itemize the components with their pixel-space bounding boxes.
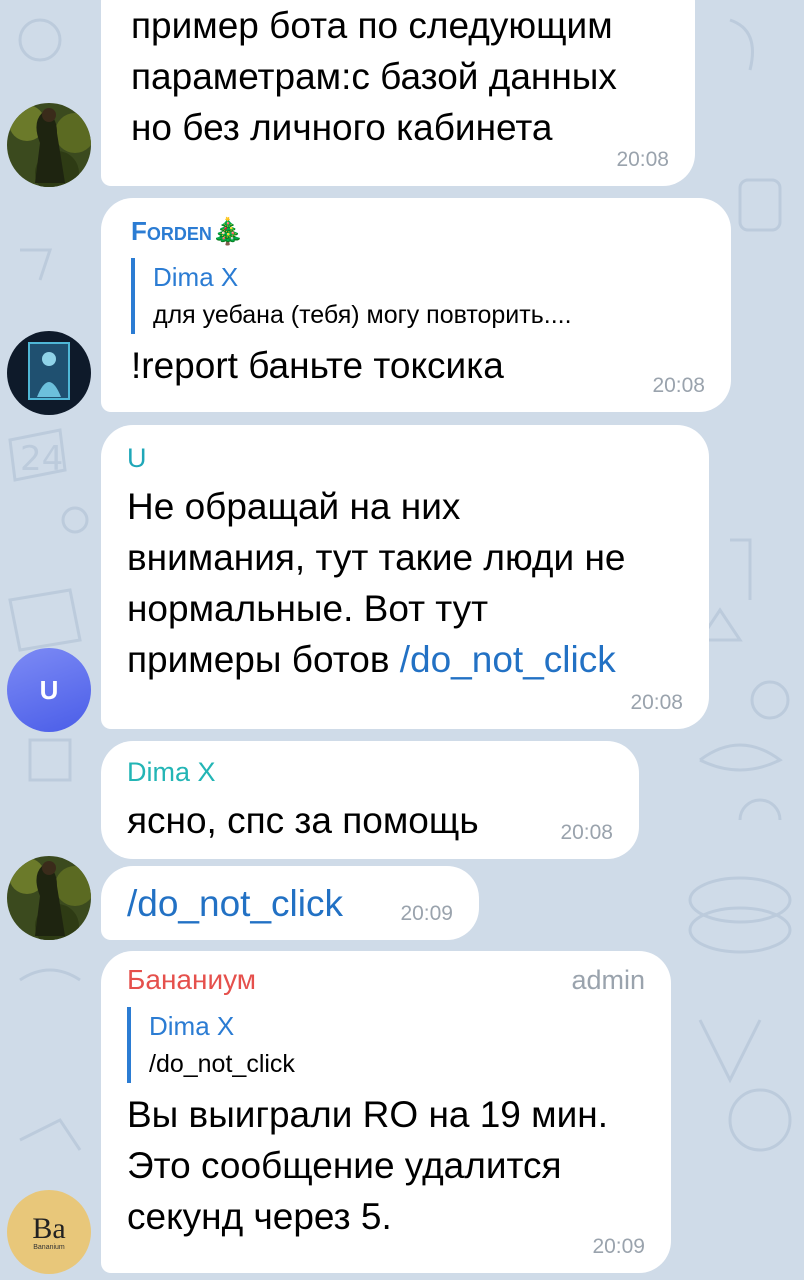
message-bubble[interactable]: Forden🎄 Dima X для уебана (тебя) могу по… (101, 198, 731, 412)
dark-figure-avatar[interactable] (7, 331, 91, 415)
message-text: !report баньте токсика (131, 345, 504, 386)
message-text: ясно, спс за помощь (127, 800, 479, 841)
message-time: 20:09 (400, 902, 453, 925)
avatar-letter: U (39, 674, 59, 705)
message-text-line: Это сообщение удалится (127, 1145, 562, 1186)
message-text: Не обращай на них внимания, тут такие лю… (127, 486, 626, 680)
message-bubble[interactable]: Банaниум admin Dima X /do_not_click Вы в… (101, 951, 671, 1273)
forest-photo-avatar[interactable] (7, 103, 91, 187)
sender-name: Банaниум (127, 964, 257, 995)
sender-name: U (127, 443, 147, 473)
message-text-line: Вы выиграли RO на 19 мин. (127, 1094, 608, 1135)
user-avatar-u[interactable]: U (7, 648, 91, 732)
message-bubble[interactable]: пример бота по следующим параметрам:с ба… (101, 0, 695, 186)
christmas-tree-icon: 🎄 (211, 216, 245, 246)
sender-name: Forden🎄 (131, 216, 245, 246)
reply-author: Dima X (153, 262, 239, 292)
reply-text: для уебана (тебя) могу повторить.... (153, 301, 572, 329)
forest-photo-avatar[interactable] (7, 856, 91, 940)
bananium-avatar[interactable]: Ba Bananium (7, 1190, 91, 1274)
message-bubble[interactable]: /do_not_click 20:09 (101, 866, 479, 940)
message-bubble[interactable]: U Не обращай на них внимания, тут такие … (101, 425, 709, 729)
reply-author: Dima X (149, 1011, 235, 1041)
sender-name: Dima X (127, 757, 216, 787)
message-time: 20:08 (630, 691, 683, 714)
reply-quote[interactable]: Dima X /do_not_click (127, 1007, 645, 1083)
message-time: 20:09 (592, 1235, 645, 1258)
command-link[interactable]: /do_not_click (400, 639, 616, 680)
reply-quote[interactable]: Dima X для уебана (тебя) могу повторить.… (131, 258, 701, 334)
message-text-line: но без личного кабинета (131, 107, 553, 148)
message-time: 20:08 (616, 148, 669, 171)
svg-text:24: 24 (20, 439, 63, 479)
message-bubble[interactable]: Dima X ясно, спс за помощь 20:08 (101, 741, 639, 859)
message-text-line: параметрам:с базой данных (131, 56, 617, 97)
avatar-subtext: Bananium (33, 1243, 65, 1251)
avatar-text: Ba (32, 1211, 66, 1245)
admin-badge: admin (571, 965, 645, 995)
message-text-line: пример бота по следующим (131, 5, 613, 46)
message-time: 20:08 (560, 821, 613, 844)
reply-text: /do_not_click (149, 1050, 295, 1078)
message-text-line: секунд через 5. (127, 1196, 392, 1237)
message-time: 20:08 (652, 374, 705, 397)
